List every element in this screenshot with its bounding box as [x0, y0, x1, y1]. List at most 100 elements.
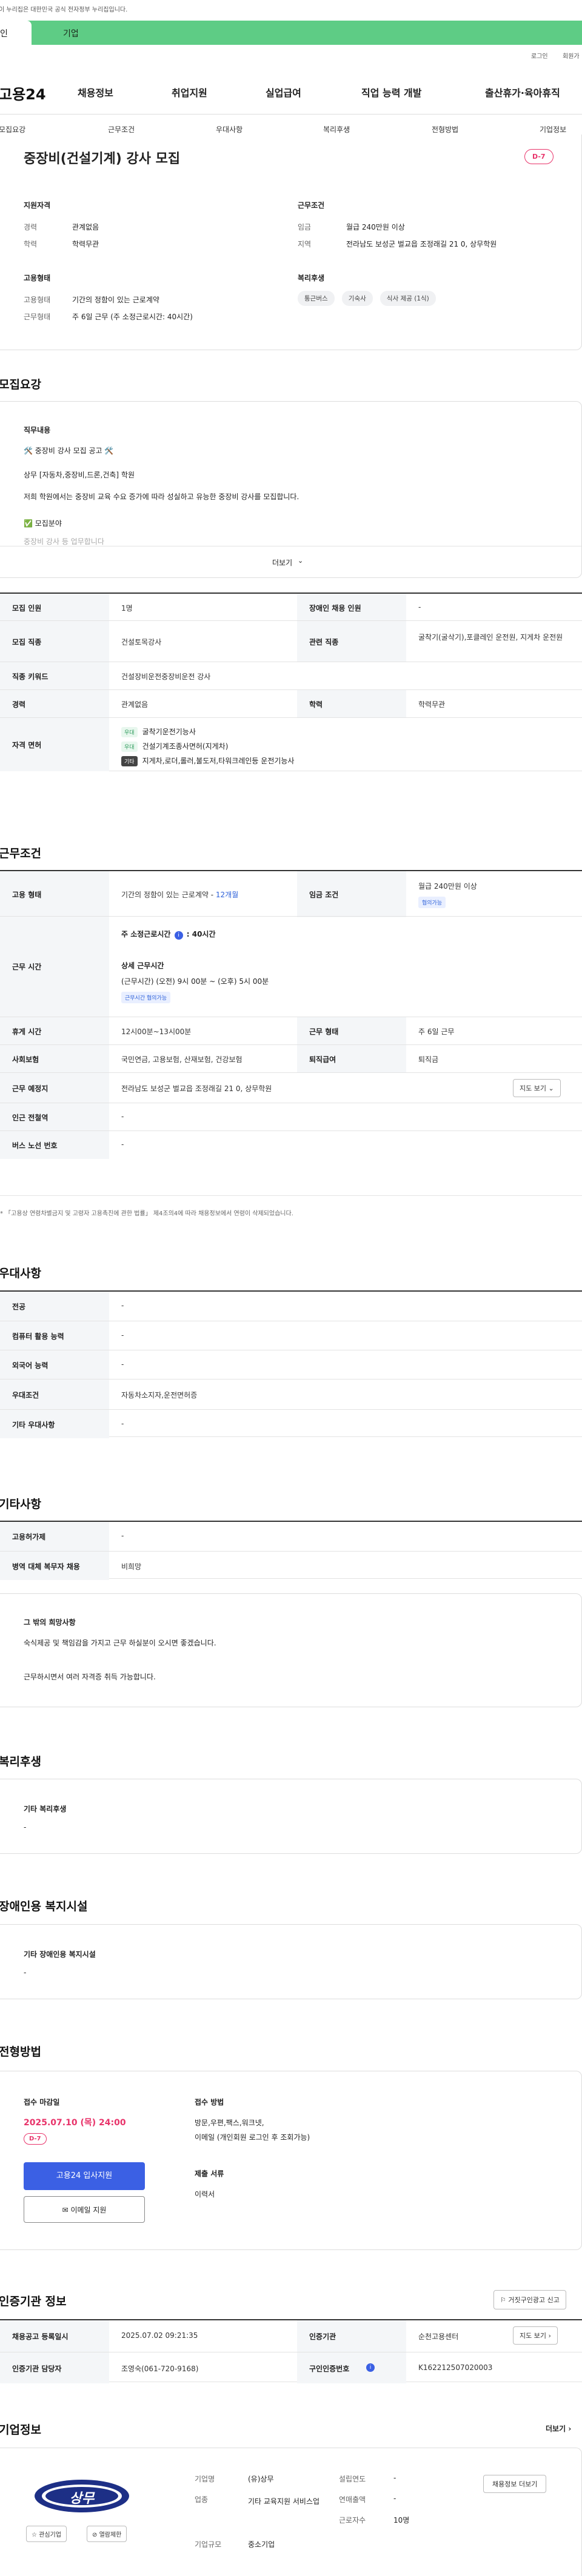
wish-line: 숙식제공 및 책임감을 가지고 근무 하실분이 오시면 좋겠습니다. — [24, 1639, 216, 1647]
company-more-link[interactable]: 더보기 › — [546, 2423, 571, 2434]
revenue-value: - — [393, 2494, 396, 2503]
process-section-title: 전형방법 — [0, 2045, 41, 2059]
gov-banner-text: 이 누리집은 대한민국 공식 전자정부 누리집입니다. — [0, 7, 128, 13]
table-row: 인증기관 담당자 조영숙(061-720-9168) 구인인증번호 i K162… — [0, 2352, 582, 2383]
subnav-preference[interactable]: 우대사항 — [216, 124, 242, 134]
report-icon: ⚐ — [500, 2296, 506, 2304]
nav-job-info[interactable]: 채용정보 — [78, 85, 113, 99]
subnav-conditions[interactable]: 근무조건 — [108, 124, 135, 134]
table-row: 모집 직종 건설토목강사 관련 직종 굴착기(굴삭기),포클레인 운전원, 지게… — [0, 620, 582, 662]
disability-section-title: 장애인용 복지시설 — [0, 1900, 88, 1913]
recruit-table: 모집 인원 1명 장애인 채용 인원 - 모집 직종 건설토목강사 관련 직종 … — [0, 593, 582, 771]
table-row: 우대조건 자동차소지자,운전면허증 — [0, 1379, 582, 1409]
email-apply-button[interactable]: ✉ 이메일 지원 — [24, 2196, 145, 2223]
documents-value: 이력서 — [195, 2190, 215, 2199]
license-name: 굴착기운전기능사 — [142, 728, 196, 736]
table-key: 모집 인원 — [12, 604, 42, 612]
documents-heading: 제출 서류 — [195, 2169, 224, 2178]
nav-parental-leave[interactable]: 출산휴가·육아휴직 — [485, 85, 560, 99]
disability-sub-heading: 기타 장애인용 복지시설 — [24, 1950, 96, 1959]
table-key: 채용공고 등록일시 — [12, 2332, 69, 2341]
table-value: 자동차소지자,운전면허증 — [121, 1391, 198, 1399]
wish-line: 근무하시면서 여러 자격증 취득 가능합니다. — [24, 1673, 156, 1681]
report-fake-ad-button[interactable]: ⚐ 거짓구인광고 신고 — [493, 2290, 566, 2309]
industry-value: 기타 교육지원 서비스업 — [248, 2497, 320, 2506]
divider — [0, 114, 582, 115]
table-key: 관련 직종 — [309, 638, 339, 646]
table-key: 외국어 능력 — [12, 1361, 48, 1370]
negotiable-badge: 협의가능 — [418, 897, 446, 908]
employees-value: 10명 — [393, 2516, 410, 2525]
subnav-recruit[interactable]: 모집요강 — [0, 124, 25, 134]
company-logo-text: 상무 — [69, 2491, 95, 2506]
info-icon[interactable]: i — [174, 931, 183, 940]
apply-button[interactable]: 고용24 입사지원 — [24, 2162, 145, 2190]
table-row: 채용공고 등록일시 2025.07.02 09:21:35 인증기관 순천고용센… — [0, 2320, 582, 2352]
duty-card: 직무내용 🛠️ 중장비 강사 모집 공고 🛠️ 상무 [자동차,중장비,드론,건… — [0, 401, 582, 578]
map-button-label: 지도 보기 — [520, 2332, 546, 2340]
nav-training[interactable]: 직업 능력 개발 — [361, 85, 421, 99]
table-key: 인증기관 담당자 — [12, 2365, 62, 2373]
info-icon[interactable]: i — [366, 2363, 375, 2372]
company-size-value: 중소기업 — [248, 2540, 275, 2549]
login-link[interactable]: 로그인 — [531, 51, 548, 60]
site-logo[interactable]: 고용24 — [0, 82, 46, 104]
tab-company[interactable]: 기업 — [63, 27, 79, 39]
license-item: 기타 지게차,로더,롤러,불도저,타워크레인등 운전기능사 — [121, 755, 294, 766]
company-section-title: 기업정보 — [0, 2423, 41, 2437]
table-key: 사회보험 — [12, 1055, 39, 1064]
chevron-down-icon: ⌄ — [548, 1084, 554, 1092]
table-value: 조영숙(061-720-9168) — [121, 2365, 199, 2373]
table-value: 순천고용센터 — [418, 2332, 459, 2341]
table-key: 컴퓨터 활용 능력 — [12, 1332, 64, 1341]
license-name: 건설기계조종사면허(지게차) — [142, 742, 229, 751]
conditions-section-title: 근무조건 — [0, 847, 41, 860]
job-summary-card: 중장비(건설기계) 강사 모집 D-7 지원자격 경력 관계없음 학력 학력무관… — [0, 134, 582, 350]
table-key: 고용허가제 — [12, 1533, 46, 1541]
other-table: 고용허가제 - 병역 대체 복무자 채용 비희망 — [0, 1521, 582, 1580]
block-view-button[interactable]: ⊘ 열람제한 — [87, 2526, 127, 2542]
age-law-note: * 「고용상 연령차별금지 및 고령자 고용촉진에 관한 법률」 제4조의4에 … — [0, 1210, 293, 1217]
map-button[interactable]: 지도 보기 ⌄ — [513, 1079, 561, 1097]
table-row: 전공 - — [0, 1292, 582, 1321]
contract-period-link[interactable]: 12개월 — [216, 891, 238, 899]
preferred-badge: 우대 — [121, 742, 138, 752]
license-name: 지게차,로더,롤러,불도저,타워크레인등 운전기능사 — [142, 757, 295, 765]
table-row: 경력 관계없음 학력 학력무관 — [0, 689, 582, 718]
subnav-process[interactable]: 전형방법 — [432, 124, 458, 134]
table-key: 기타 우대사항 — [12, 1421, 55, 1429]
table-key: 병역 대체 복무자 채용 — [12, 1562, 80, 1571]
career-label: 경력 — [24, 223, 38, 231]
table-value: - — [121, 1419, 124, 1428]
table-key: 인증기관 — [309, 2332, 336, 2341]
tab-personal[interactable]: 인 — [0, 21, 32, 45]
table-key: 근무 형태 — [309, 1027, 339, 1036]
table-row: 병역 대체 복무자 채용 비희망 — [0, 1551, 582, 1580]
table-row: 고용허가제 - — [0, 1522, 582, 1551]
process-card: 접수 마감일 2025.07.10 (목) 24:00 D-7 고용24 입사지… — [0, 2071, 582, 2250]
other-section-title: 기타사항 — [0, 1498, 41, 1511]
deadline-value: 2025.07.10 (목) 24:00 — [24, 2118, 126, 2128]
table-key: 학력 — [309, 700, 323, 709]
subnav-company[interactable]: 기업정보 — [540, 124, 566, 134]
deadline-heading: 접수 마감일 — [24, 2098, 60, 2106]
table-value: 2025.07.02 09:21:35 — [121, 2331, 198, 2340]
org-map-button[interactable]: 지도 보기 › — [513, 2326, 558, 2345]
table-value: 전라남도 보성군 벌교읍 조정래길 21 0, 상무학원 — [121, 1084, 272, 1093]
requirements-heading: 지원자격 — [24, 201, 51, 210]
location-label: 지역 — [298, 240, 312, 248]
dday-badge: D-7 — [524, 149, 554, 164]
favorite-company-button[interactable]: ☆ 관심기업 — [26, 2526, 67, 2542]
mail-icon: ✉ — [62, 2206, 69, 2214]
nav-unemployment[interactable]: 실업급여 — [266, 85, 301, 99]
subnav-welfare[interactable]: 복리후생 — [323, 124, 350, 134]
company-jobs-button[interactable]: 채용정보 더보기 — [483, 2475, 547, 2493]
join-link[interactable]: 회원가 — [563, 51, 580, 60]
more-button[interactable]: 더보기 ⌄ — [0, 546, 581, 577]
table-key: 모집 직종 — [12, 638, 42, 646]
edu-label: 학력 — [24, 240, 38, 248]
employment-type-text: 기간의 정함이 있는 근로계약 - — [121, 891, 216, 899]
table-value: - — [121, 1140, 124, 1149]
nav-employment-support[interactable]: 취업지원 — [172, 85, 207, 99]
weekly-hours-value: : 40시간 — [186, 930, 216, 938]
